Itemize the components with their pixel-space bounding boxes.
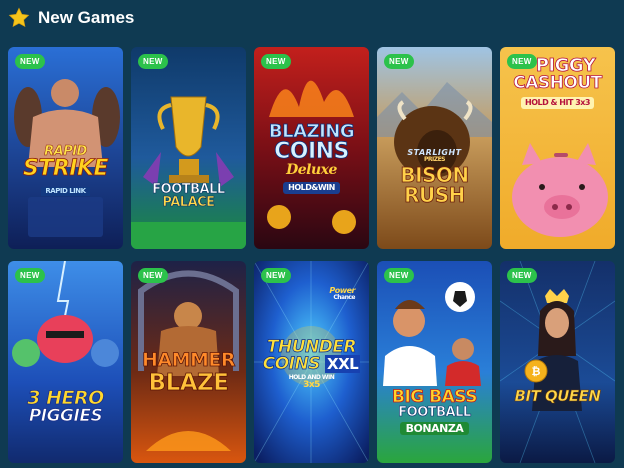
game-logo: 3 HERO PIGGIES xyxy=(8,388,123,426)
game-subtitle: HOLD & HIT 3x3 xyxy=(521,97,594,109)
game-subtitle: 3x5 xyxy=(303,380,320,390)
new-badge: NEW xyxy=(507,268,537,283)
section-header: New Games xyxy=(8,6,134,30)
game-card-blazing-coins-deluxe[interactable]: NEW BLAZING COINS Deluxe HOLD&WIN xyxy=(254,47,369,249)
game-card-bison-rush[interactable]: NEW STARLIGHT PRIZES BISON RUSH xyxy=(377,47,492,249)
game-title-line: BLAZE xyxy=(148,370,229,396)
new-badge: NEW xyxy=(261,268,291,283)
game-logo: BIG BASS FOOTBALL BONANZA xyxy=(377,387,492,435)
section-title: New Games xyxy=(38,8,135,27)
game-card-3-hero-piggies[interactable]: NEW 3 HERO PIGGIES xyxy=(8,261,123,463)
game-title-line: XXL xyxy=(325,355,361,373)
game-subtitle: Deluxe xyxy=(286,162,337,178)
game-card-hammer-blaze[interactable]: NEW HAMMER BLAZE xyxy=(131,261,246,463)
game-title-line: BIG BASS xyxy=(392,387,478,407)
game-art: ₿ xyxy=(500,261,615,463)
game-subtitle: HOLD&WIN xyxy=(283,182,340,194)
game-logo: FOOTBALL PALACE xyxy=(131,183,246,210)
game-logo-badge: Power Chance xyxy=(254,287,369,301)
game-logo: THUNDER COINS XXL HOLD AND WIN 3x5 xyxy=(254,338,369,390)
new-badge: NEW xyxy=(15,268,45,283)
game-title-line: BISON xyxy=(400,163,470,187)
game-card-thunder-coins-xxl[interactable]: NEW Power Chance THUNDER COINS XXL HOLD … xyxy=(254,261,369,463)
game-card-rapid-strike[interactable]: NEW RAPID STRIKE RAPID LINK xyxy=(8,47,123,249)
game-logo: BLAZING COINS Deluxe HOLD&WIN xyxy=(254,122,369,194)
game-logo: RAPID STRIKE RAPID LINK xyxy=(8,145,123,196)
game-title-line: STRIKE xyxy=(22,156,109,181)
new-badge: NEW xyxy=(138,268,168,283)
game-title-line: COINS xyxy=(274,139,350,164)
game-art xyxy=(131,47,246,249)
games-grid: NEW RAPID STRIKE RAPID LINK NEW FOOTBALL… xyxy=(8,47,615,463)
game-title-line: PALACE xyxy=(162,195,215,210)
new-badge: NEW xyxy=(384,54,414,69)
game-title-line: COINS xyxy=(262,354,320,374)
game-logo: PIGGY CASHOUT HOLD & HIT 3x3 xyxy=(500,56,615,109)
new-badge: NEW xyxy=(138,54,168,69)
game-card-big-bass-football-bonanza[interactable]: NEW BIG BASS FOOTBALL BONANZA xyxy=(377,261,492,463)
game-logo: HAMMER BLAZE xyxy=(131,349,246,396)
game-title-line: CASHOUT xyxy=(513,73,603,93)
game-subtitle: BONANZA xyxy=(399,422,470,435)
new-badge: NEW xyxy=(261,54,291,69)
game-logo: STARLIGHT PRIZES BISON RUSH xyxy=(377,149,492,207)
game-title-line: FOOTBALL xyxy=(398,405,471,420)
game-card-football-palace[interactable]: NEW FOOTBALL PALACE xyxy=(131,47,246,249)
game-logo: BIT QUEEN xyxy=(500,387,615,405)
star-icon xyxy=(8,7,30,28)
game-subtitle: Chance xyxy=(333,294,355,301)
new-badge: NEW xyxy=(15,54,45,69)
game-card-piggy-cashout[interactable]: NEW PIGGY CASHOUT HOLD & HIT 3x3 xyxy=(500,47,615,249)
game-title-line: BIT QUEEN xyxy=(514,387,601,405)
new-badge: NEW xyxy=(384,268,414,283)
game-title-line: PIGGIES xyxy=(28,406,103,426)
game-card-bit-queen[interactable]: ₿ NEW BIT QUEEN xyxy=(500,261,615,463)
svg-text:₿: ₿ xyxy=(532,365,541,378)
game-subtitle: RAPID LINK xyxy=(41,187,90,196)
game-art xyxy=(8,261,123,463)
game-title-line: HAMMER xyxy=(141,349,236,371)
game-title-line: RUSH xyxy=(404,183,466,207)
